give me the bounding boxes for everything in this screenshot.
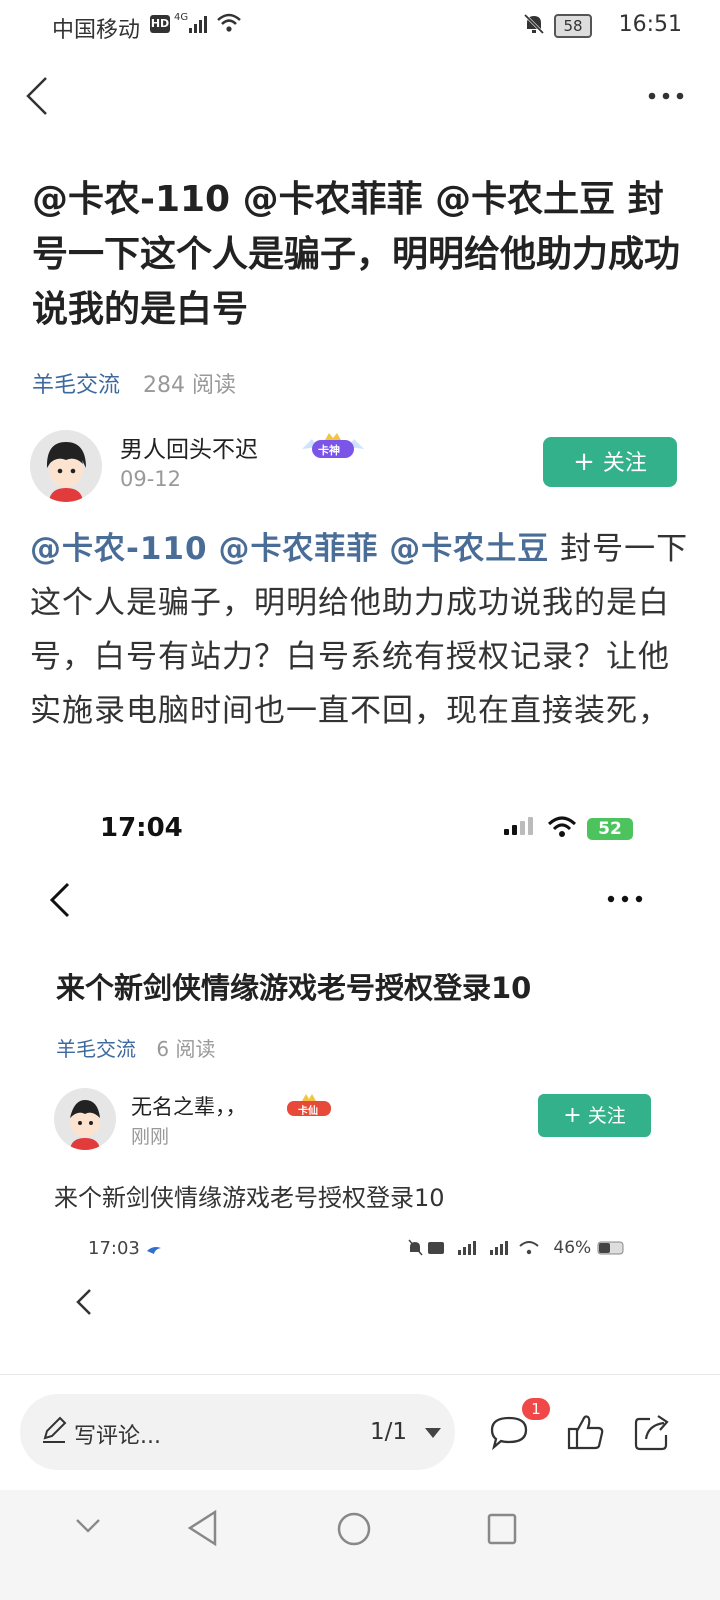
avatar-image [30,430,102,502]
embedded-signal-icon [504,817,533,835]
post-title: @卡农-110 @卡农菲菲 @卡农土豆 封号一下这个人是骗子，明明给他助力成功说… [32,179,681,330]
like-button[interactable] [566,1412,606,1454]
post-date: 09-12 [120,467,182,491]
comment-count: 1 [531,1400,541,1418]
embedded-chevron-left-icon [49,882,70,918]
mention-2[interactable]: @卡农菲菲 [218,531,378,567]
embedded-status-time: 17:04 [100,813,183,843]
hide-keyboard-chevron-icon[interactable] [74,1516,102,1536]
status-bar: 中国移动 HD 4G 58 16:51 [0,0,720,50]
embedded-title: 来个新剑侠情缘游戏老号授权登录10 [56,971,532,1005]
share-button[interactable] [632,1411,672,1453]
mention-1[interactable]: @卡农-110 [30,531,208,567]
comment-count-badge: 1 [522,1398,550,1420]
nested-chevron-left-icon [76,1289,91,1315]
embedded-author-name: 无名之辈，， [131,1095,247,1119]
follow-button[interactable]: + 关注 [543,437,677,487]
battery-level: 58 [563,17,583,35]
nested-battery-icon [597,1241,624,1255]
embedded-follow-label: 关注 [587,1105,626,1127]
embedded-battery-level: 52 [598,819,622,839]
wifi-icon [217,13,241,32]
embedded-follow-button: + 关注 [538,1094,651,1137]
comment-placeholder: 写评论... [74,1424,161,1449]
mention-3[interactable]: @卡农土豆 [389,531,549,567]
embedded-more-icon [607,895,643,903]
more-button[interactable] [644,78,694,114]
thumbs-up-icon [567,1415,604,1450]
embedded-wifi-icon [547,816,577,837]
author-name[interactable]: 男人回头不迟 [120,430,258,464]
embedded-meta: 羊毛交流 6 阅读 [56,1033,215,1062]
embedded-avatar [54,1088,116,1150]
dropdown-triangle-icon [425,1427,442,1438]
pencil-icon [43,1416,67,1443]
share-icon [634,1415,669,1451]
nested-status-icons: 46% [408,1238,627,1258]
nested-battery-level: 46% [553,1238,592,1258]
status-time: 16:51 [618,12,682,37]
post-meta: 羊毛交流 284 阅读 [32,367,236,399]
nested-signal-icons [408,1239,539,1256]
embedded-post-date: 刚刚 [131,1126,170,1148]
hd-icon: HD [150,15,170,33]
embedded-category: 羊毛交流 [56,1037,136,1061]
embedded-battery-icon: 52 [587,818,633,840]
embedded-body: 来个新剑侠情缘游戏老号授权登录10 [54,1184,445,1212]
plus-icon: + [573,447,595,477]
nav-home-icon[interactable] [336,1511,372,1547]
toolbar-divider [0,1374,720,1375]
nested-status-time: 17:03 [88,1238,140,1259]
back-button[interactable] [18,74,58,118]
page-indicator: 1/1 [370,1419,408,1445]
mute-bell-icon [523,13,545,35]
embedded-badge-text: 卡仙 [298,1106,318,1117]
nested-bird-icon [147,1247,161,1254]
embedded-avatar-image [54,1088,116,1150]
page-selector[interactable]: 1/1 [370,1419,442,1445]
embedded-plus-icon: + [563,1103,582,1128]
embedded-author-badge: 卡仙 [285,1093,333,1117]
more-icon [648,92,684,100]
signal-icon [189,16,207,33]
nav-back-icon[interactable] [185,1509,219,1547]
read-count: 284 阅读 [143,373,237,398]
embedded-read-count: 6 阅读 [156,1037,216,1061]
author-avatar[interactable] [30,430,102,502]
chevron-left-icon [26,77,47,115]
battery-icon: 58 [554,14,592,38]
author-badge: 卡神 [298,431,368,463]
carrier-label: 中国移动 [52,18,141,43]
post-body: @卡农-110 @卡农菲菲 @卡农土豆 封号一下这个人是骗子，明明给他助力成功说… [30,522,690,738]
nav-recents-icon[interactable] [486,1512,518,1546]
badge-text: 卡神 [318,444,340,457]
category-link[interactable]: 羊毛交流 [32,373,120,398]
follow-label: 关注 [602,451,647,476]
network-label: 4G [174,12,189,23]
